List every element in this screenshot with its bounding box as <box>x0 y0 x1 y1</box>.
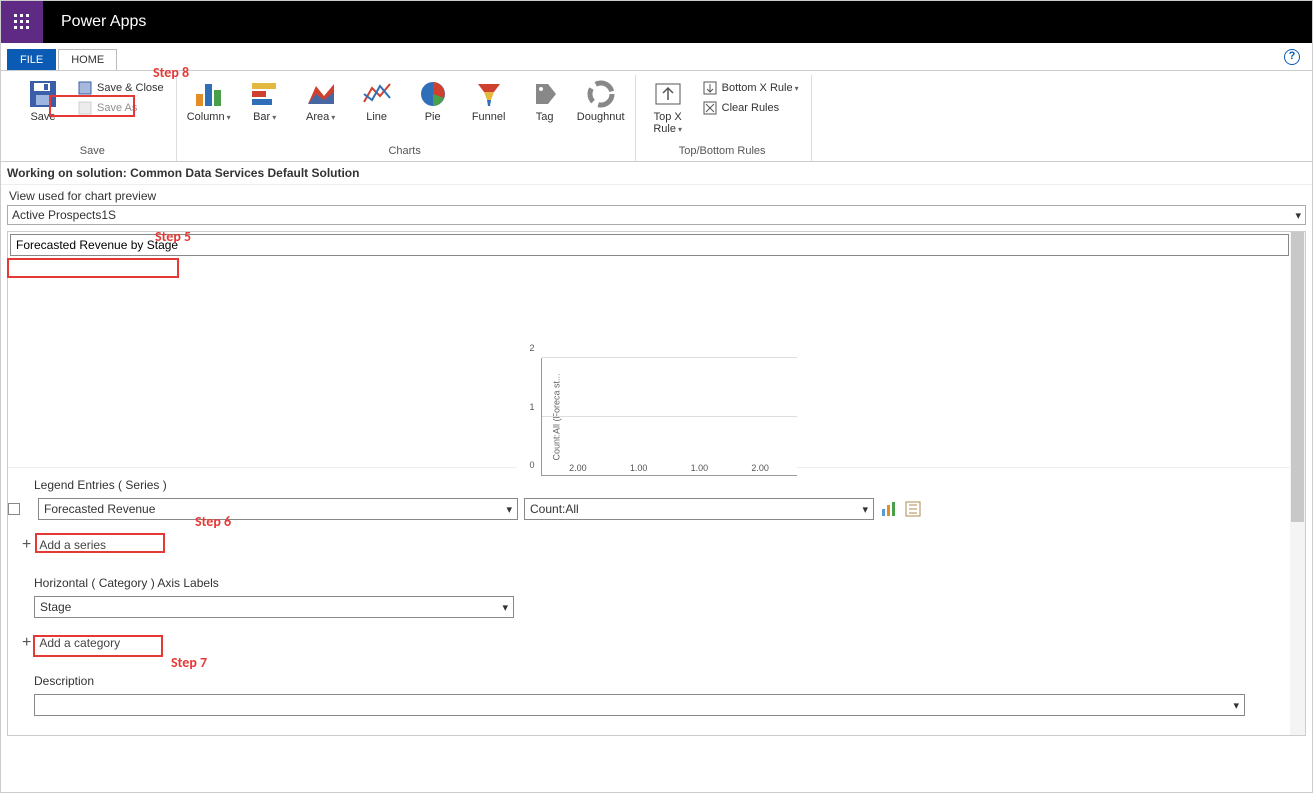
clear-rules-icon <box>702 100 718 116</box>
chart-title-input[interactable] <box>10 234 1289 256</box>
save-button[interactable]: Save <box>17 77 69 125</box>
chart-preview: Count:All (Foreca st... 0 1 2 2.001.001.… <box>8 258 1305 468</box>
funnel-chart-icon <box>473 79 505 109</box>
column-chart-icon <box>193 79 225 109</box>
series-options-icon[interactable] <box>904 500 922 518</box>
designer-scrollbar[interactable] <box>1290 232 1305 735</box>
series-aggregate-select[interactable]: Count:All <box>524 498 874 520</box>
tag-button[interactable]: Tag <box>519 77 571 125</box>
chart-designer: Count:All (Foreca st... 0 1 2 2.001.001.… <box>7 231 1306 736</box>
app-header: Power Apps <box>1 1 1312 43</box>
description-input[interactable] <box>34 694 1245 716</box>
plus-icon: + <box>22 634 31 652</box>
save-close-button[interactable]: Save & Close <box>73 79 168 97</box>
ribbon: Save Save & Close Save As Save Column <box>1 70 1312 162</box>
save-close-icon <box>77 80 93 96</box>
chart-bar: 2.00 <box>558 463 598 475</box>
bottomx-rule-icon <box>702 80 718 96</box>
help-icon[interactable]: ? <box>1284 49 1300 65</box>
app-launcher-button[interactable] <box>1 1 43 43</box>
funnel-chart-button[interactable]: Funnel <box>463 77 515 125</box>
ribbon-group-rules: Top X Rule Bottom X Rule Clear Rules Top… <box>636 75 812 161</box>
tab-file[interactable]: FILE <box>7 49 56 70</box>
plus-icon: + <box>22 536 31 554</box>
doughnut-chart-button[interactable]: Doughnut <box>575 77 627 125</box>
chart-bar: 1.00 <box>619 463 659 475</box>
clear-rules-button[interactable]: Clear Rules <box>698 99 803 117</box>
category-field-select[interactable]: Stage <box>34 596 514 618</box>
save-as-button[interactable]: Save As <box>73 99 168 117</box>
chart-bar: 2.00 <box>740 463 780 475</box>
bottomx-rule-button[interactable]: Bottom X Rule <box>698 79 803 97</box>
doughnut-chart-icon <box>585 79 617 109</box>
view-select[interactable]: Active Prospects1S <box>7 205 1306 225</box>
topx-rule-button[interactable]: Top X Rule <box>642 77 694 137</box>
add-category-link[interactable]: +Add a category <box>8 622 1305 664</box>
area-chart-icon <box>305 79 337 109</box>
series-checkbox[interactable] <box>8 503 20 515</box>
chart-bar: 1.00 <box>679 463 719 475</box>
view-label: View used for chart preview <box>3 185 1310 205</box>
waffle-icon <box>14 14 30 30</box>
ribbon-group-charts: Column Bar Area Line Pie Funnel <box>177 75 636 161</box>
topx-rule-icon <box>652 79 684 109</box>
add-series-link[interactable]: +Add a series <box>8 524 1305 566</box>
tab-home[interactable]: HOME <box>58 49 117 70</box>
save-as-icon <box>77 100 93 116</box>
column-chart-button[interactable]: Column <box>183 77 235 125</box>
app-title: Power Apps <box>61 13 146 31</box>
bar-chart-icon <box>249 79 281 109</box>
tag-icon <box>529 79 561 109</box>
series-field-select[interactable]: Forecasted Revenue <box>38 498 518 520</box>
category-section-label: Horizontal ( Category ) Axis Labels <box>34 576 1285 590</box>
description-label: Description <box>34 674 1285 688</box>
save-icon <box>27 79 59 109</box>
pie-chart-icon <box>417 79 449 109</box>
chart-type-icon[interactable] <box>880 500 898 518</box>
area-chart-button[interactable]: Area <box>295 77 347 125</box>
line-chart-icon <box>361 79 393 109</box>
solution-label: Working on solution: Common Data Service… <box>1 162 1312 185</box>
legend-section-label: Legend Entries ( Series ) <box>34 478 1285 492</box>
topx-rule-label: Top X Rule <box>644 111 692 135</box>
ribbon-group-save: Save Save & Close Save As Save <box>11 75 177 161</box>
bar-chart-button[interactable]: Bar <box>239 77 291 125</box>
ribbon-tabs: FILE HOME ? <box>1 43 1312 70</box>
pie-chart-button[interactable]: Pie <box>407 77 459 125</box>
line-chart-button[interactable]: Line <box>351 77 403 125</box>
